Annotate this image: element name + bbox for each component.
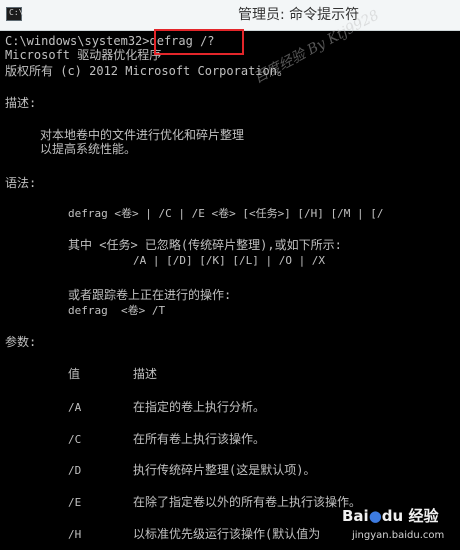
syntax-line-4: 或者跟踪卷上正在进行的操作: [68, 288, 232, 302]
syntax-line-2: 其中 <任务> 已忽略(传统碎片整理),或如下所示: [68, 238, 342, 252]
copyright-line-1: Microsoft 驱动器优化程序 [5, 48, 162, 62]
prompt-text: C:\windows\system32> [5, 34, 150, 48]
param-flag: /A [68, 401, 82, 414]
syntax-line-1: defrag <卷> | /C | /E <卷> [<任务>] [/H] [/M… [68, 207, 384, 220]
baidu-paw-icon: ● [368, 507, 382, 525]
params-header: 参数: [5, 335, 37, 349]
param-flag: /E [68, 496, 82, 509]
syntax-header: 语法: [5, 176, 37, 190]
command-highlight-box [154, 29, 244, 55]
baidu-logo-du: du [381, 507, 404, 525]
cmd-icon[interactable]: C:\ [6, 7, 24, 21]
param-head-desc: 描述 [133, 367, 158, 381]
desc-line-1: 对本地卷中的文件进行优化和碎片整理 [40, 128, 245, 142]
command-prompt-window: C:\ 管理员: 命令提示符 C:\windows\system32>defra… [0, 0, 460, 550]
title-bar[interactable]: C:\ 管理员: 命令提示符 [0, 0, 460, 31]
baidu-url: jingyan.baidu.com [352, 530, 445, 541]
param-desc: 在所有卷上执行该操作。 [133, 432, 266, 446]
desc-header: 描述: [5, 96, 37, 110]
baidu-logo-suffix: 经验 [403, 507, 439, 525]
param-desc: 在指定的卷上执行分析。 [133, 400, 266, 414]
baidu-jingyan-logo: Bai●du 经验 [342, 503, 457, 529]
console-output[interactable]: C:\windows\system32>defrag /? Microsoft … [0, 30, 460, 550]
param-desc: 执行传统碎片整理(这是默认项)。 [133, 463, 316, 477]
cmd-icon-glyph: C:\ [9, 8, 24, 17]
copyright-line-2: 版权所有 (c) 2012 Microsoft Corporation。 [5, 64, 289, 78]
baidu-logo-bai: Bai [342, 507, 369, 525]
syntax-line-5: defrag <卷> /T [68, 304, 166, 317]
param-desc: 以标准优先级运行该操作(默认值为 [133, 527, 321, 541]
param-head-value: 值 [68, 367, 81, 381]
syntax-line-3: /A | [/D] [/K] [/L] | /O | /X [133, 254, 326, 267]
param-flag: /D [68, 464, 82, 477]
param-flag: /H [68, 528, 82, 541]
desc-line-2: 以提高系统性能。 [40, 142, 137, 156]
param-desc: 在除了指定卷以外的所有卷上执行该操作。 [133, 495, 362, 509]
param-flag: /C [68, 433, 82, 446]
